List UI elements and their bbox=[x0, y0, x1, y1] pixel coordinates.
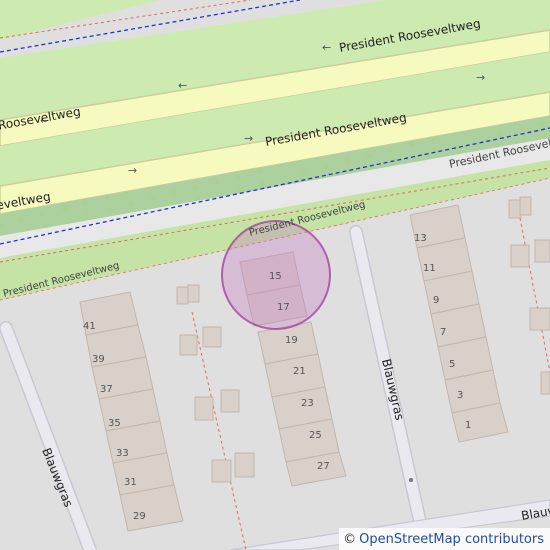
footpath-1 bbox=[191, 311, 247, 550]
map-svg: ♧ ← ← ← → → → bbox=[0, 0, 550, 550]
house-number: 13 bbox=[414, 233, 427, 244]
house-number: 9 bbox=[433, 295, 439, 306]
house-number: 5 bbox=[449, 359, 455, 370]
svg-text:→: → bbox=[128, 164, 137, 177]
house-number: 3 bbox=[457, 390, 463, 401]
house-number: 11 bbox=[423, 263, 436, 274]
house-number: 39 bbox=[92, 354, 105, 365]
map-attribution: © OpenStreetMap contributors bbox=[339, 528, 550, 550]
copyright-icon: © bbox=[343, 531, 357, 547]
attribution-link[interactable]: OpenStreetMap contributors bbox=[359, 532, 544, 547]
house-number: 23 bbox=[301, 398, 314, 409]
house-number: 19 bbox=[285, 335, 298, 346]
house-number: 31 bbox=[124, 477, 137, 488]
street-node bbox=[409, 478, 413, 482]
svg-text:←: ← bbox=[322, 41, 331, 54]
svg-text:→: → bbox=[244, 132, 253, 145]
house-number: 1 bbox=[465, 420, 471, 431]
house-number: 17 bbox=[277, 302, 290, 313]
house-number: 25 bbox=[309, 430, 322, 441]
house-number: 7 bbox=[440, 327, 446, 338]
house-number: 27 bbox=[317, 461, 330, 472]
street-label-right: Blauwgras bbox=[379, 358, 407, 422]
house-number: 37 bbox=[100, 384, 113, 395]
house-number: 29 bbox=[133, 511, 146, 522]
house-number: 33 bbox=[116, 448, 129, 459]
map-canvas[interactable]: ♧ ← ← ← → → → bbox=[0, 0, 550, 550]
house-number: 35 bbox=[108, 418, 121, 429]
svg-text:←: ← bbox=[178, 79, 187, 92]
house-number: 15 bbox=[269, 271, 282, 282]
blauwgras-street-left-fill bbox=[0, 322, 96, 550]
house-number: 41 bbox=[83, 321, 96, 332]
house-number: 21 bbox=[293, 366, 306, 377]
svg-text:→: → bbox=[476, 71, 485, 84]
